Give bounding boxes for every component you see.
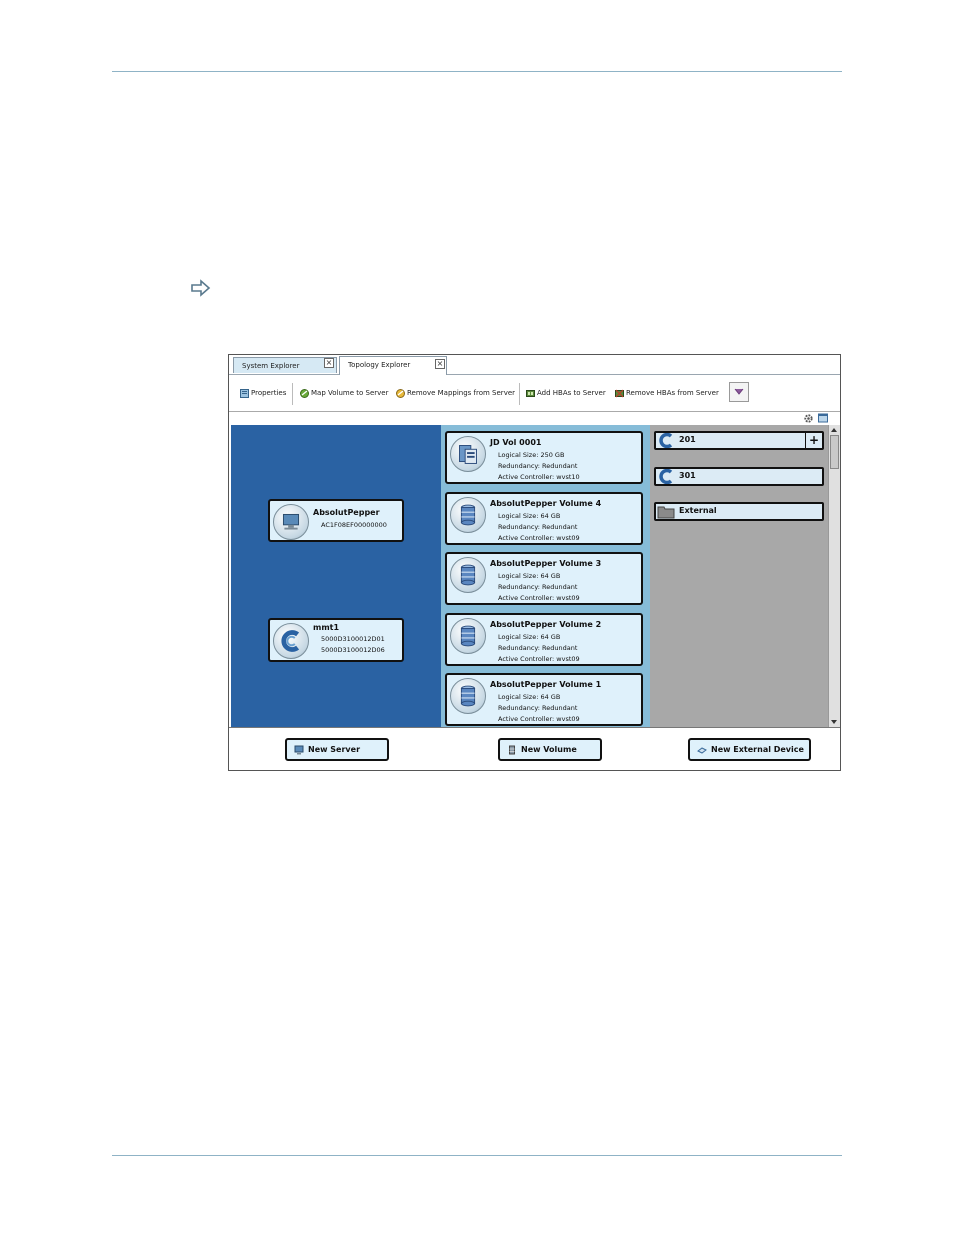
server-monitor-icon — [294, 745, 304, 754]
device-card-201[interactable]: 201 + — [654, 431, 824, 450]
map-volume-button[interactable]: Map Volume to Server — [300, 387, 388, 399]
new-external-device-label: New External Device — [711, 745, 804, 754]
volume-card[interactable]: AbsolutPepper Volume 4 Logical Size: 64 … — [445, 492, 643, 545]
disk-stack-icon — [450, 557, 486, 593]
footer-rule — [112, 1155, 842, 1156]
chevron-down-icon[interactable] — [829, 718, 839, 726]
server-wwn: 5000D3100012D06 — [321, 646, 385, 654]
volume-redundancy: Redundancy: Redundant — [498, 462, 578, 470]
close-icon[interactable]: × — [435, 359, 445, 369]
volume-name: AbsolutPepper Volume 2 — [490, 620, 602, 629]
tab-label: Topology Explorer — [348, 361, 411, 369]
vertical-scrollbar[interactable] — [828, 425, 840, 727]
volume-copy-icon — [450, 436, 486, 472]
header-rule — [112, 71, 842, 72]
volume-size: Logical Size: 64 GB — [498, 572, 561, 580]
chevron-down-icon — [734, 388, 744, 395]
disk-stack-icon — [450, 497, 486, 533]
disk-stack-icon — [450, 678, 486, 714]
volume-name: JD Vol 0001 — [490, 438, 542, 447]
toolbar-separator — [519, 383, 520, 405]
new-server-label: New Server — [308, 745, 361, 754]
volume-redundancy: Redundancy: Redundant — [498, 644, 578, 652]
server-card-mmt1[interactable]: mmt1 5000D3100012D01 5000D3100012D06 — [268, 618, 404, 662]
properties-label: Properties — [251, 389, 287, 397]
volume-card[interactable]: AbsolutPepper Volume 3 Logical Size: 64 … — [445, 552, 643, 605]
folder-icon — [657, 506, 675, 519]
toolbar-overflow-button[interactable] — [729, 382, 749, 402]
compellent-logo-icon — [273, 623, 309, 659]
volume-size: Logical Size: 250 GB — [498, 451, 565, 459]
close-icon[interactable]: × — [324, 358, 334, 368]
server-wwn: 5000D3100012D01 — [321, 635, 385, 643]
add-hbas-button[interactable]: Add HBAs to Server — [526, 387, 606, 399]
server-monitor-icon — [273, 504, 309, 540]
new-server-button[interactable]: New Server — [285, 738, 389, 761]
remove-hba-icon — [615, 389, 624, 397]
remove-mappings-icon — [396, 388, 405, 398]
toolbar: Properties Map Volume to Server Remove M… — [229, 375, 840, 411]
volume-redundancy: Redundancy: Redundant — [498, 704, 578, 712]
scrollbar-thumb[interactable] — [830, 435, 839, 469]
device-label: 301 — [679, 471, 696, 480]
arrow-right-icon — [191, 279, 211, 297]
volume-controller: Active Controller: wvst09 — [498, 715, 580, 723]
remove-mappings-label: Remove Mappings from Server — [407, 389, 516, 397]
server-wwn: AC1F08EF00000000 — [321, 521, 387, 529]
tab-bar: System Explorer × Topology Explorer × — [229, 355, 840, 375]
device-card-external[interactable]: External — [654, 502, 824, 521]
tab-topology-explorer[interactable]: Topology Explorer — [339, 356, 447, 375]
servers-pane — [231, 425, 441, 727]
tab-system-explorer[interactable]: System Explorer — [233, 357, 337, 373]
properties-icon — [240, 388, 249, 398]
volume-name: AbsolutPepper Volume 4 — [490, 499, 602, 508]
device-card-301[interactable]: 301 — [654, 467, 824, 486]
add-hbas-label: Add HBAs to Server — [537, 389, 606, 397]
add-hba-icon — [526, 389, 535, 397]
tab-label: System Explorer — [242, 362, 300, 370]
toolbar-separator — [292, 383, 293, 405]
map-volume-icon — [300, 388, 309, 398]
disk-stack-icon — [509, 745, 515, 754]
server-card-absolutpepper[interactable]: AbsolutPepper AC1F08EF00000000 — [268, 499, 404, 542]
volume-controller: Active Controller: wvst09 — [498, 534, 580, 542]
volume-size: Logical Size: 64 GB — [498, 693, 561, 701]
new-volume-label: New Volume — [521, 745, 577, 754]
volume-controller: Active Controller: wvst09 — [498, 655, 580, 663]
compellent-logo-icon — [659, 469, 673, 484]
volume-card[interactable]: JD Vol 0001 Logical Size: 250 GB Redunda… — [445, 431, 643, 484]
remove-hbas-button[interactable]: Remove HBAs from Server — [615, 387, 719, 399]
map-volume-label: Map Volume to Server — [311, 389, 389, 397]
volume-controller: Active Controller: wvst10 — [498, 473, 580, 481]
volume-name: AbsolutPepper Volume 3 — [490, 559, 602, 568]
volume-name: AbsolutPepper Volume 1 — [490, 680, 602, 689]
new-volume-button[interactable]: New Volume — [498, 738, 602, 761]
volume-redundancy: Redundancy: Redundant — [498, 523, 578, 531]
topology-explorer-window: System Explorer × Topology Explorer × Pr… — [228, 354, 841, 771]
action-bar: New Server New Volume New External Devic… — [229, 727, 840, 770]
disk-stack-icon — [450, 618, 486, 654]
volume-size: Logical Size: 64 GB — [498, 633, 561, 641]
gear-icon[interactable] — [803, 413, 814, 424]
volume-redundancy: Redundancy: Redundant — [498, 583, 578, 591]
compellent-logo-icon — [659, 433, 673, 448]
chevron-up-icon[interactable] — [829, 426, 839, 434]
volume-size: Logical Size: 64 GB — [498, 512, 561, 520]
volume-controller: Active Controller: wvst09 — [498, 594, 580, 602]
server-name: AbsolutPepper — [313, 508, 380, 517]
expand-icon[interactable]: + — [805, 433, 822, 448]
new-external-device-button[interactable]: New External Device — [688, 738, 811, 761]
layout-icon[interactable] — [818, 413, 828, 423]
remove-hbas-label: Remove HBAs from Server — [626, 389, 719, 397]
view-options-bar — [229, 411, 840, 425]
external-device-icon — [697, 746, 707, 754]
device-label: External — [679, 506, 717, 515]
volume-card[interactable]: AbsolutPepper Volume 1 Logical Size: 64 … — [445, 673, 643, 726]
volume-card[interactable]: AbsolutPepper Volume 2 Logical Size: 64 … — [445, 613, 643, 666]
device-label: 201 — [679, 435, 696, 444]
server-name: mmt1 — [313, 623, 340, 632]
properties-button[interactable]: Properties — [240, 387, 286, 399]
remove-mappings-button[interactable]: Remove Mappings from Server — [396, 387, 515, 399]
